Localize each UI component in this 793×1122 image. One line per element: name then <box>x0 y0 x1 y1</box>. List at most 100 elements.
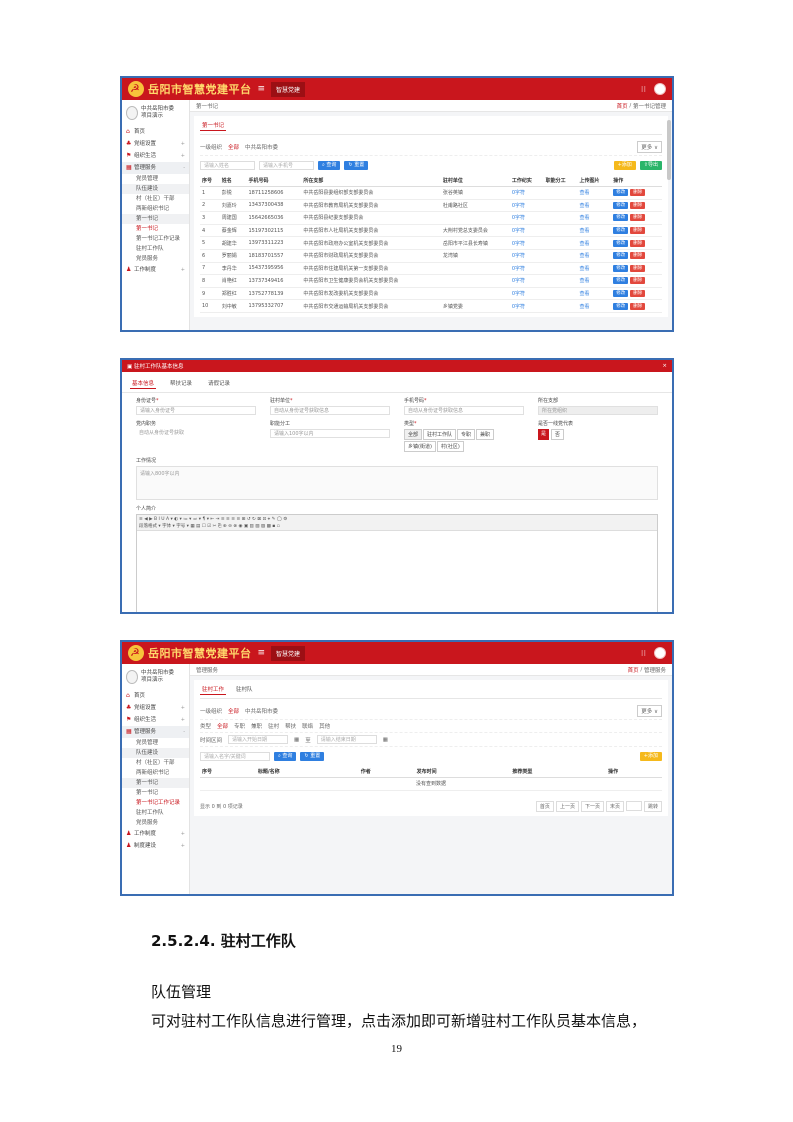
sidebar-sub-members[interactable]: 党员管理 <box>122 174 189 184</box>
sidebar-sub-first-secretary-list[interactable]: 第一书记 <box>122 788 189 798</box>
type-option[interactable]: 联络 <box>302 722 313 730</box>
tab-village-team[interactable]: 驻村队 <box>234 684 255 695</box>
search-button[interactable]: ⌕ 查询 <box>318 161 341 170</box>
table-cell[interactable]: 查看 <box>577 199 612 213</box>
sidebar-item-management[interactable]: ▦ 管理服务 - <box>122 726 189 738</box>
add-button[interactable]: +添加 <box>639 752 662 761</box>
sidebar-sub-two-new-secretary[interactable]: 两新组织书记 <box>122 768 189 778</box>
tab-village-work[interactable]: 驻村工作 <box>200 684 227 695</box>
table-cell[interactable]: 0字符 <box>509 287 544 301</box>
delete-button[interactable]: 删除 <box>630 189 646 197</box>
table-cell[interactable]: 查看 <box>577 211 612 225</box>
edit-button[interactable]: 修改 <box>613 264 629 272</box>
next-page-button[interactable]: 下一页 <box>580 800 604 812</box>
table-row[interactable]: 1 彭锐 18711258606 中共岳阳县委组织部支部委员会 张谷英镇 0字符 查看 修改删… <box>200 186 662 200</box>
type-option[interactable]: 其他 <box>319 722 330 730</box>
table-row[interactable]: 7 李丹华 15437395956 中共岳阳市住建局机关第一支部委员会 0字符 查看 修改删… <box>200 262 662 276</box>
table-cell[interactable]: 0字符 <box>509 262 544 276</box>
work-textarea[interactable]: 请输入800字以内 <box>136 466 658 500</box>
filter-value[interactable]: 中共岳阳市委 <box>245 143 278 151</box>
sidebar-sub-team[interactable]: 队伍建设 <box>122 748 189 758</box>
table-cell[interactable]: 查看 <box>577 287 612 301</box>
sidebar-item-org-life[interactable]: ⚑ 组织生活 + <box>122 150 189 162</box>
no-option[interactable]: 否 <box>551 429 565 440</box>
delete-button[interactable]: 删除 <box>630 239 646 247</box>
sidebar-item-home[interactable]: ⌂ 首页 <box>122 690 189 702</box>
page-jump-input[interactable] <box>625 801 642 812</box>
sidebar-item-party-settings[interactable]: ♣ 党组设置 + <box>122 138 189 150</box>
org-input[interactable]: 自动从身份证号获取信息 <box>270 406 390 415</box>
table-row[interactable]: 5 胡建华 13973311223 中共岳阳市政府办公室机关支部委员会 岳阳市平江县长寿… <box>200 236 662 250</box>
type-chip[interactable]: 乡镇(街道) <box>404 441 436 452</box>
edit-button[interactable]: 修改 <box>613 302 629 310</box>
reset-button[interactable]: ↻ 重置 <box>344 161 369 170</box>
table-cell[interactable]: 查看 <box>577 224 612 238</box>
type-option[interactable]: 专职 <box>234 722 245 730</box>
table-cell[interactable]: 0字符 <box>509 274 544 288</box>
filter-value[interactable]: 中共岳阳市委 <box>245 707 278 715</box>
keyword-search-input[interactable]: 请输入名字/关键词 <box>200 752 270 761</box>
table-cell[interactable]: 查看 <box>577 236 612 250</box>
user-role[interactable]: 项目演示 <box>141 677 163 683</box>
table-cell[interactable]: 0字符 <box>509 211 544 225</box>
id-input[interactable]: 请输入身份证号 <box>136 406 256 415</box>
crumb-home-link[interactable]: 首页 <box>617 102 628 110</box>
tab-help-records[interactable]: 帮扶记录 <box>168 378 194 389</box>
sidebar-item-org-life[interactable]: ⚑ 组织生活 + <box>122 714 189 726</box>
table-row[interactable]: 3 周建国 15642665036 中共岳阳县纪委支部委员会 0字符 查看 修改 删除 <box>200 211 662 225</box>
calendar-icon[interactable]: ▦ <box>383 737 388 743</box>
phone-search-input[interactable]: 请输入手机号 <box>259 161 314 170</box>
sidebar-sub-member-service[interactable]: 党员服务 <box>122 818 189 828</box>
jump-button[interactable]: 跳转 <box>643 800 662 812</box>
sidebar-item-work-rules[interactable]: ♟ 工作制度 + <box>122 828 189 840</box>
sidebar-sub-first-secretary-list[interactable]: 第一书记 <box>122 224 189 234</box>
sidebar-sub-two-new-secretary[interactable]: 两新组织书记 <box>122 204 189 214</box>
delete-button[interactable]: 删除 <box>630 214 646 222</box>
end-date-input[interactable]: 请输入结束日期 <box>316 735 377 744</box>
type-option[interactable]: 全部 <box>217 722 228 730</box>
sidebar-sub-member-service[interactable]: 党员服务 <box>122 254 189 264</box>
type-option[interactable]: 帮扶 <box>285 722 296 730</box>
sidebar-item-party-settings[interactable]: ♣ 党组设置 + <box>122 702 189 714</box>
rich-text-editor[interactable]: ≡ ◀ ▶ B I U A ▾ ◐ ▾ ≔ ▾ ≕ ▾ ¶ ▾ ⇤ ⇥ ≡ ≡ … <box>136 514 658 612</box>
name-search-input[interactable]: 请输入姓名 <box>200 161 255 170</box>
crumb-home-link[interactable]: 首页 <box>628 666 639 674</box>
workspace-button[interactable]: 智慧党建 <box>271 645 306 661</box>
avatar[interactable] <box>654 83 666 95</box>
post-input[interactable]: 自动从身份证号获取 <box>136 429 256 438</box>
sidebar-item-management[interactable]: ▦ 管理服务 - <box>122 162 189 174</box>
delete-button[interactable]: 删除 <box>630 252 646 260</box>
type-chip[interactable]: 驻村工作队 <box>423 429 457 440</box>
table-row[interactable]: 8 肖艳红 13737349416 中共岳阳市卫生健康委员会机关支部委员会 0字符 查看修… <box>200 274 662 288</box>
editor-toolbar[interactable]: ≡ ◀ ▶ B I U A ▾ ◐ ▾ ≔ ▾ ≕ ▾ ¶ ▾ ⇤ ⇥ ≡ ≡ … <box>137 515 657 531</box>
tab-first-secretary[interactable]: 第一书记 <box>200 120 227 131</box>
more-dropdown[interactable]: 更多 ∨ <box>637 141 662 153</box>
table-cell[interactable]: 0字符 <box>509 199 544 213</box>
table-cell[interactable]: 0字符 <box>509 299 544 313</box>
edit-button[interactable]: 修改 <box>613 277 629 285</box>
sidebar-sub-first-secretary[interactable]: 第一书记 <box>122 214 189 224</box>
type-option[interactable]: 驻村 <box>268 722 279 730</box>
sidebar-sub-members[interactable]: 党员管理 <box>122 738 189 748</box>
delete-button[interactable]: 删除 <box>630 264 646 272</box>
sidebar-sub-first-secretary-records[interactable]: 第一书记工作记录 <box>122 798 189 808</box>
type-chip[interactable]: 专职 <box>457 429 476 440</box>
duty-input[interactable]: 请输入100字以内 <box>270 429 390 438</box>
reset-button[interactable]: ↻ 重置 <box>300 752 325 761</box>
sidebar-sub-village-cadres[interactable]: 村（社区）干部 <box>122 758 189 768</box>
delete-button[interactable]: 删除 <box>630 290 646 298</box>
filter-all[interactable]: 全部 <box>228 143 239 151</box>
table-row[interactable]: 4 蔡金辉 15197302115 中共岳阳市人社局机关支部委员会 大荆村党总支委员会 0… <box>200 224 662 238</box>
menu-toggle-icon[interactable]: ≡ <box>258 84 266 94</box>
tab-basic-info[interactable]: 基本信息 <box>130 378 157 389</box>
delete-button[interactable]: 删除 <box>630 277 646 285</box>
sidebar-sub-village-team[interactable]: 驻村工作队 <box>122 808 189 818</box>
edit-button[interactable]: 修改 <box>613 189 629 197</box>
scrollbar[interactable] <box>667 120 671 180</box>
sidebar-sub-village-team[interactable]: 驻村工作队 <box>122 244 189 254</box>
delete-button[interactable]: 删除 <box>630 227 646 235</box>
menu-toggle-icon[interactable]: ≡ <box>258 648 266 658</box>
edit-button[interactable]: 修改 <box>613 290 629 298</box>
search-button[interactable]: ⌕ 查询 <box>274 752 297 761</box>
edit-button[interactable]: 修改 <box>613 239 629 247</box>
